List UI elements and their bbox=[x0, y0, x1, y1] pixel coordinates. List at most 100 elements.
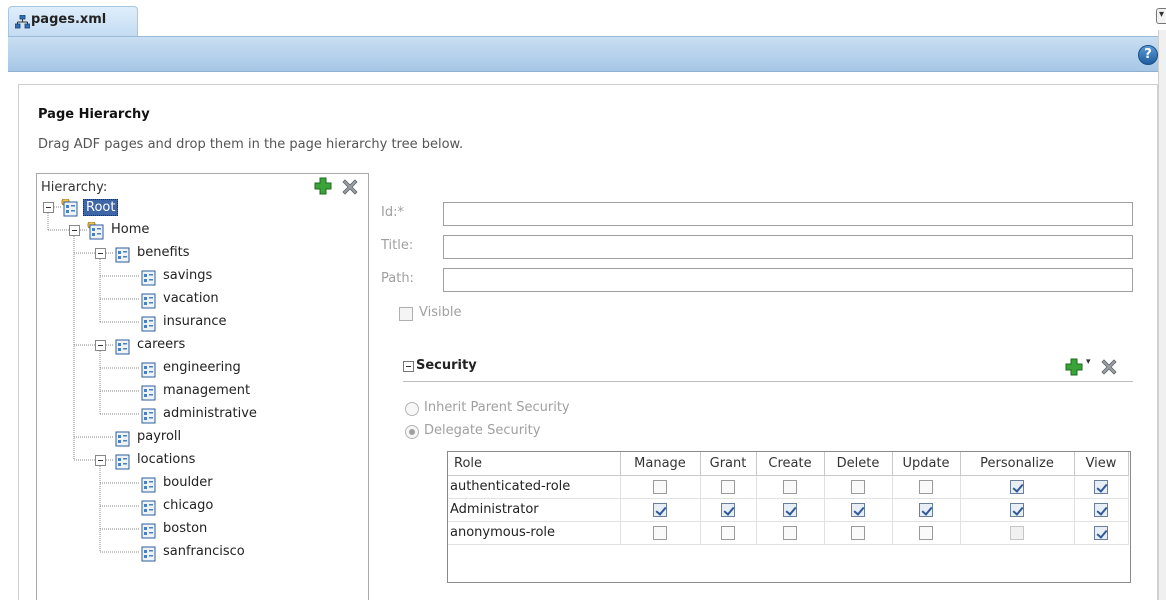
roles-table: Role Manage Grant Create Delete Update Persona… bbox=[447, 451, 1131, 583]
delegate-security-radio[interactable] bbox=[405, 425, 419, 439]
visible-label: Visible bbox=[419, 305, 462, 320]
collapse-toggle-icon[interactable] bbox=[95, 248, 106, 259]
permission-cell bbox=[892, 498, 961, 522]
id-field[interactable] bbox=[443, 202, 1133, 226]
permission-cell bbox=[960, 498, 1075, 522]
tree-node-label: sanfrancisco bbox=[163, 544, 245, 559]
help-button[interactable]: ? bbox=[1138, 45, 1158, 65]
permission-checkbox[interactable] bbox=[919, 502, 933, 517]
title-field[interactable] bbox=[443, 235, 1133, 259]
tree-node-label: payroll bbox=[137, 429, 182, 444]
tree-node-label: engineering bbox=[163, 360, 241, 375]
tab-pages-xml[interactable]: pages.xml bbox=[8, 6, 138, 36]
tab-list-dropdown-button[interactable]: ▾ bbox=[1156, 8, 1166, 24]
permission-checkbox[interactable] bbox=[919, 479, 933, 494]
permission-checkbox[interactable] bbox=[721, 525, 735, 540]
page-icon bbox=[139, 406, 157, 428]
visible-checkbox[interactable] bbox=[399, 307, 413, 321]
title-label: Title: bbox=[381, 238, 414, 253]
table-row[interactable]: authenticated-role bbox=[448, 475, 1129, 499]
permission-checkbox[interactable] bbox=[851, 479, 865, 494]
page-icon bbox=[139, 475, 157, 497]
column-header[interactable]: Update bbox=[892, 452, 961, 476]
delete-icon bbox=[1101, 359, 1117, 375]
permission-checkbox[interactable] bbox=[1010, 479, 1024, 494]
column-header[interactable]: Manage bbox=[620, 452, 701, 476]
tree-node-label: locations bbox=[137, 452, 196, 467]
table-row[interactable]: Administrator bbox=[448, 498, 1129, 522]
collapse-toggle-icon[interactable] bbox=[69, 225, 80, 236]
permission-cell bbox=[1074, 475, 1129, 499]
collapse-toggle-icon[interactable] bbox=[43, 202, 54, 213]
permission-checkbox[interactable] bbox=[721, 479, 735, 494]
column-header[interactable]: Grant bbox=[700, 452, 757, 476]
permission-checkbox[interactable] bbox=[783, 479, 797, 494]
editor-header-band: ? bbox=[8, 36, 1158, 72]
page-icon bbox=[139, 498, 157, 520]
security-collapse-toggle[interactable] bbox=[403, 361, 414, 372]
column-header[interactable]: Delete bbox=[824, 452, 893, 476]
page-icon bbox=[113, 452, 131, 474]
column-header[interactable]: Personalize bbox=[960, 452, 1075, 476]
permission-cell bbox=[1074, 498, 1129, 522]
permission-checkbox[interactable] bbox=[1094, 502, 1108, 517]
permission-checkbox[interactable] bbox=[1010, 525, 1024, 540]
editor-tab-bar: pages.xml ▾ bbox=[0, 0, 1166, 36]
permission-checkbox[interactable] bbox=[1094, 525, 1108, 540]
permission-cell bbox=[620, 475, 701, 499]
table-row[interactable]: anonymous-role bbox=[448, 521, 1129, 545]
add-role-button[interactable] bbox=[1064, 357, 1084, 377]
column-header[interactable]: Create bbox=[756, 452, 825, 476]
permission-cell bbox=[620, 521, 701, 545]
sitemap-icon bbox=[14, 14, 31, 33]
page-icon bbox=[113, 245, 131, 267]
permission-cell bbox=[620, 498, 701, 522]
permission-checkbox[interactable] bbox=[721, 502, 735, 517]
hierarchy-panel: Hierarchy: Root Home benefits savings vacati… bbox=[36, 173, 369, 600]
page-icon bbox=[139, 383, 157, 405]
secure-page-icon bbox=[61, 198, 79, 221]
page-icon bbox=[139, 314, 157, 336]
page-icon bbox=[139, 521, 157, 543]
permission-checkbox[interactable] bbox=[1010, 502, 1024, 517]
role-name-cell: Administrator bbox=[448, 498, 621, 522]
permission-checkbox[interactable] bbox=[653, 525, 667, 540]
tree-node-label: administrative bbox=[163, 406, 257, 421]
id-label: Id:* bbox=[381, 205, 404, 220]
delegate-security-label: Delegate Security bbox=[424, 423, 541, 438]
tree-node-label: boulder bbox=[163, 475, 213, 490]
inherit-parent-security-radio[interactable] bbox=[405, 402, 419, 416]
permission-checkbox[interactable] bbox=[783, 502, 797, 517]
tab-label: pages.xml bbox=[31, 12, 107, 27]
permission-cell bbox=[700, 475, 757, 499]
page-icon bbox=[139, 544, 157, 566]
tree-node-label: management bbox=[163, 383, 251, 398]
side-scroll-strip[interactable] bbox=[1158, 30, 1166, 600]
add-role-menu-arrow[interactable]: ▾ bbox=[1086, 357, 1091, 367]
permission-cell bbox=[960, 475, 1075, 499]
tree-node-label: insurance bbox=[163, 314, 227, 329]
permission-checkbox[interactable] bbox=[851, 502, 865, 517]
column-header[interactable]: Role bbox=[448, 452, 621, 476]
page-icon bbox=[139, 360, 157, 382]
permission-checkbox[interactable] bbox=[1094, 479, 1108, 494]
tree-node-label: savings bbox=[163, 268, 213, 283]
permission-cell bbox=[824, 498, 893, 522]
path-field[interactable] bbox=[443, 268, 1133, 292]
tree-node-label: benefits bbox=[137, 245, 190, 260]
permission-cell bbox=[824, 475, 893, 499]
collapse-toggle-icon[interactable] bbox=[95, 340, 106, 351]
permission-checkbox[interactable] bbox=[653, 479, 667, 494]
permission-checkbox[interactable] bbox=[783, 525, 797, 540]
tree-node-label: careers bbox=[137, 337, 186, 352]
column-header[interactable]: View bbox=[1074, 452, 1129, 476]
permission-checkbox[interactable] bbox=[919, 525, 933, 540]
delete-role-button[interactable] bbox=[1098, 356, 1120, 378]
permission-checkbox[interactable] bbox=[851, 525, 865, 540]
page-icon bbox=[139, 291, 157, 313]
role-name-cell: anonymous-role bbox=[448, 521, 621, 545]
permission-checkbox[interactable] bbox=[653, 502, 667, 517]
collapse-toggle-icon[interactable] bbox=[95, 455, 106, 466]
add-icon bbox=[1065, 358, 1083, 376]
security-divider bbox=[403, 381, 1133, 382]
